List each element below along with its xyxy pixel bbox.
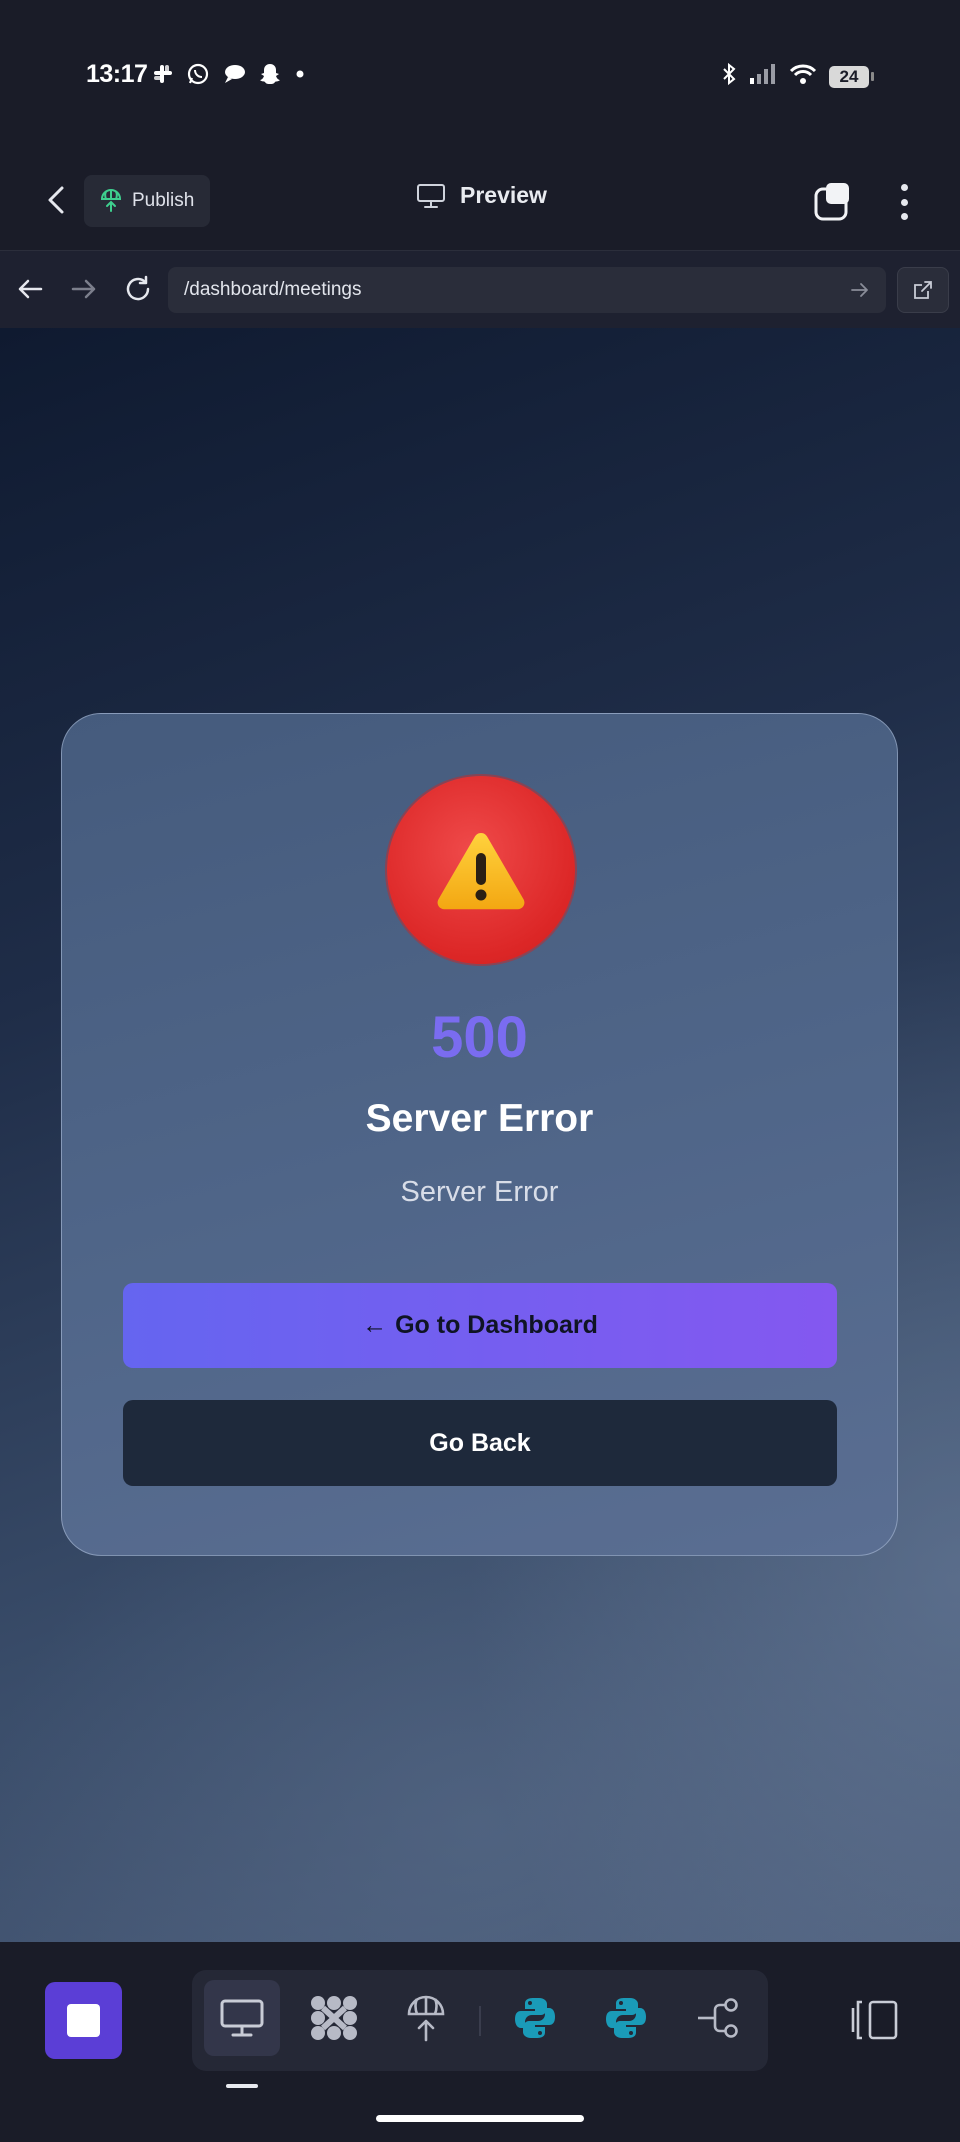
tool-preview[interactable] — [204, 1980, 280, 2056]
tool-flow[interactable] — [680, 1980, 756, 2056]
stop-icon — [67, 2004, 100, 2037]
status-bar: 13:17 24 — [0, 0, 960, 150]
go-back-label: Go Back — [429, 1428, 531, 1457]
stop-button[interactable] — [45, 1982, 122, 2059]
go-back-button[interactable]: Go Back — [123, 1400, 837, 1486]
publish-button[interactable]: Publish — [84, 175, 211, 227]
open-external-button[interactable] — [897, 267, 949, 313]
active-tool-indicator — [226, 2084, 258, 2088]
arrow-left-icon — [18, 279, 43, 299]
tool-nodes[interactable] — [296, 1980, 372, 2056]
panel-toggle-button[interactable] — [850, 1998, 900, 2042]
whatsapp-icon — [186, 62, 210, 86]
dot-icon — [294, 68, 306, 80]
snapchat-icon — [258, 62, 282, 86]
python-icon — [606, 1998, 646, 2038]
publish-label: Publish — [132, 190, 195, 211]
url-text: /dashboard/meetings — [184, 279, 362, 300]
back-button[interactable] — [36, 180, 76, 220]
bluetooth-icon — [721, 62, 737, 91]
flow-icon — [698, 1998, 738, 2038]
battery-indicator: 24 — [829, 65, 874, 88]
preview-title-text: Preview — [460, 182, 547, 208]
publish-icon — [100, 189, 122, 212]
panel-icon — [851, 2000, 898, 2040]
publish-icon — [407, 1995, 445, 2042]
error-card: 500 Server Error Server Error ← Go to Da… — [61, 713, 898, 1556]
preview-title: Preview — [416, 182, 547, 209]
python-icon — [515, 1998, 555, 2038]
system-icons: 24 — [721, 62, 874, 91]
preview-area: 500 Server Error Server Error ← Go to Da… — [0, 328, 960, 1942]
error-code: 500 — [431, 1005, 528, 1070]
app-header: Publish Preview — [0, 150, 960, 251]
monitor-icon — [417, 183, 445, 208]
battery-level: 24 — [829, 65, 869, 88]
go-to-dashboard-label: Go to Dashboard — [395, 1311, 598, 1339]
tool-publish[interactable] — [388, 1980, 464, 2056]
dot-icon — [900, 213, 908, 220]
tabs-icon — [814, 183, 849, 221]
tool-group — [192, 1970, 768, 2071]
go-arrow-icon[interactable] — [850, 282, 870, 298]
tool-python-1[interactable] — [497, 1980, 573, 2056]
nav-back-button[interactable] — [10, 269, 50, 309]
home-indicator[interactable] — [376, 2115, 584, 2122]
more-menu-button[interactable] — [884, 180, 924, 224]
notification-icons — [152, 62, 306, 86]
tabs-button[interactable] — [812, 180, 856, 224]
wifi-icon — [789, 63, 817, 90]
tool-separator — [479, 2006, 481, 2036]
dot-icon — [900, 184, 908, 191]
monitor-icon — [220, 1999, 264, 2037]
slack-icon — [152, 63, 174, 85]
error-icon-badge — [387, 776, 575, 964]
external-link-icon — [914, 281, 932, 299]
arrow-right-icon — [71, 279, 96, 299]
dot-icon — [900, 198, 908, 206]
arrow-left-glyph: ← — [362, 1311, 388, 1339]
error-message: Server Error — [400, 1176, 559, 1208]
reload-button[interactable] — [118, 269, 158, 309]
nodes-icon — [311, 1996, 357, 2040]
tool-python-2[interactable] — [588, 1980, 664, 2056]
status-time: 13:17 — [86, 60, 148, 88]
nav-forward-button[interactable] — [64, 269, 104, 309]
url-input[interactable]: /dashboard/meetings — [168, 267, 886, 313]
signal-icon — [749, 63, 777, 90]
reload-icon — [126, 275, 150, 301]
go-to-dashboard-button[interactable]: ← Go to Dashboard — [123, 1283, 837, 1368]
error-title: Server Error — [365, 1097, 594, 1140]
chat-bubbles-icon — [222, 63, 246, 85]
url-bar: /dashboard/meetings — [0, 251, 960, 328]
chevron-left-icon — [48, 186, 64, 214]
bottom-toolbar — [0, 1942, 960, 2142]
warning-icon — [437, 833, 525, 910]
